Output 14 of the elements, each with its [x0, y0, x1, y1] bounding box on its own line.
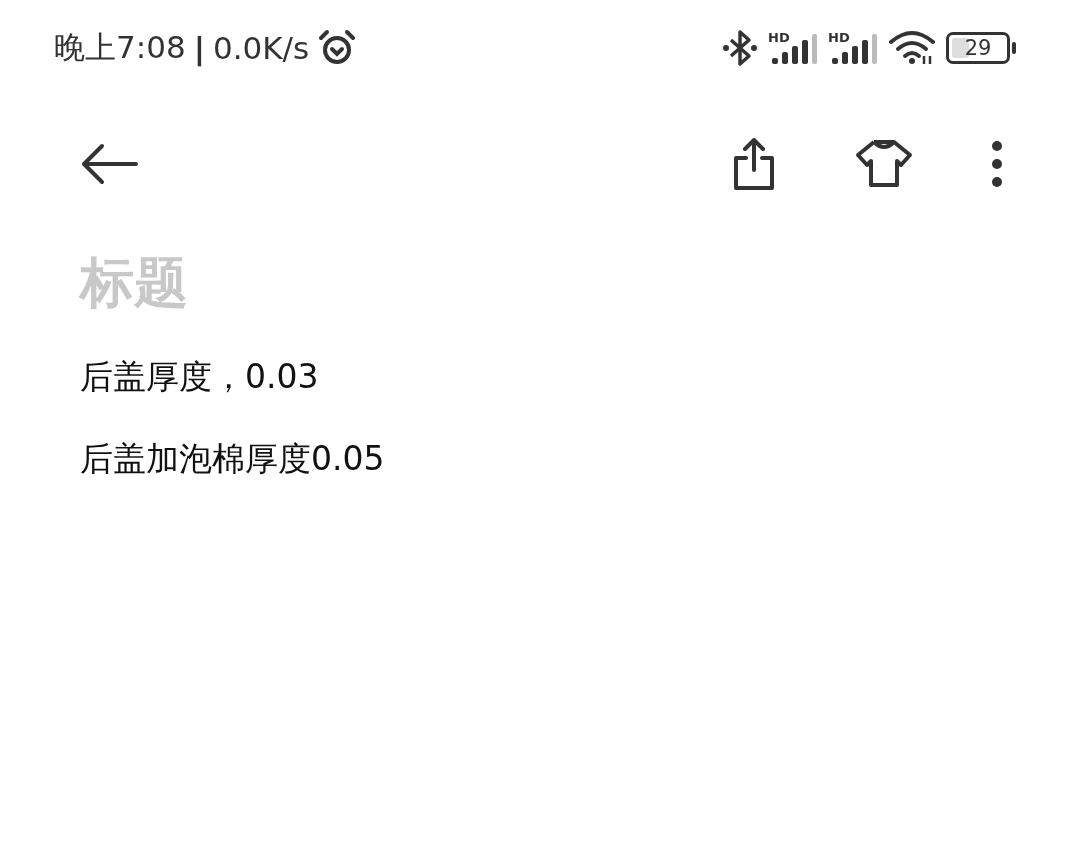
battery-tip	[1012, 42, 1016, 54]
note-text: 后盖厚度，0.03	[80, 356, 320, 398]
wifi-icon	[888, 30, 936, 66]
network-speed: 0.0K/s	[212, 30, 310, 66]
more-icon[interactable]	[990, 140, 1004, 188]
status-time: 晚上7:08	[54, 28, 186, 67]
signal-label: HD	[768, 30, 790, 45]
battery-level: 29	[964, 36, 992, 60]
signal-label: HD	[828, 30, 850, 45]
bluetooth-icon	[722, 28, 758, 68]
note-text: 后盖加泡棉厚度0.05	[80, 438, 386, 480]
back-icon[interactable]	[80, 142, 140, 186]
shirt-icon[interactable]	[854, 139, 914, 189]
status-separator: |	[193, 30, 205, 66]
